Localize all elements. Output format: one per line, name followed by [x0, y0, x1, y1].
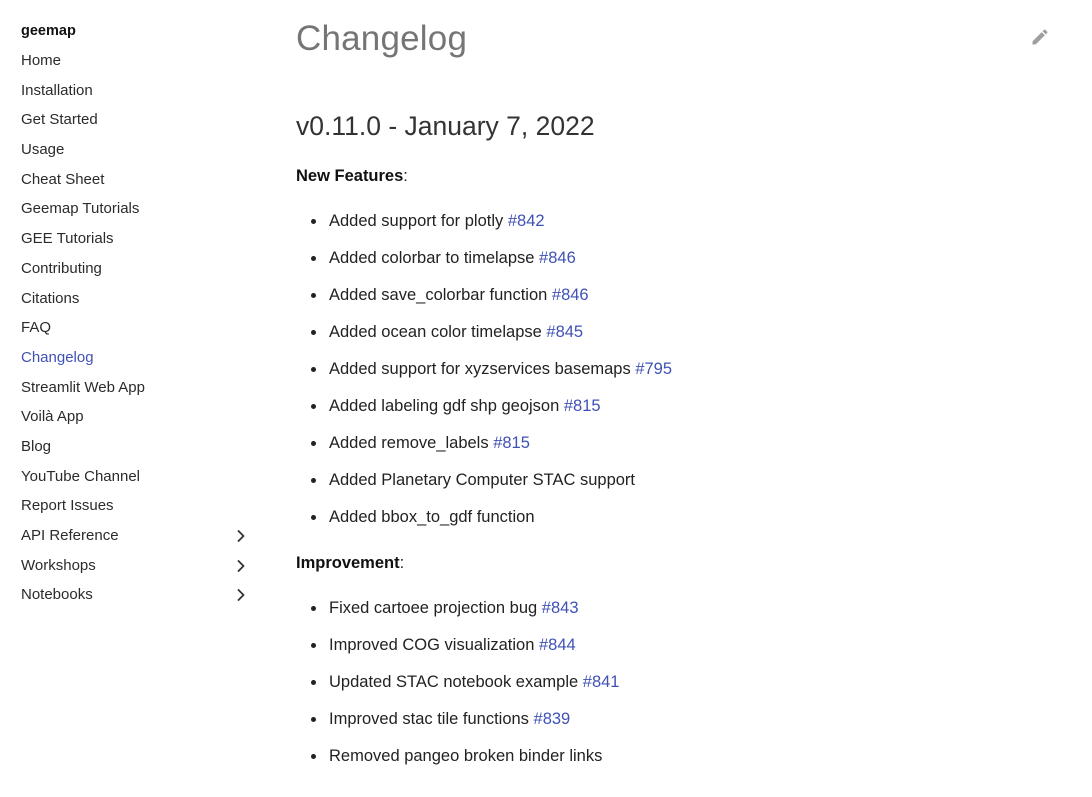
sidebar-item-label: Streamlit Web App [21, 378, 145, 396]
sidebar-item-label: Changelog [21, 348, 94, 366]
list-item-text: Added support for plotly [329, 212, 508, 230]
list-item: Added ocean color timelapse #845 [296, 320, 672, 357]
issue-link[interactable]: #843 [542, 599, 579, 617]
list-item: Updated STAC notebook example #841 [296, 670, 619, 707]
sidebar-item-youtube-channel[interactable]: YouTube Channel [21, 462, 253, 492]
section-label-suffix: : [399, 554, 405, 572]
sidebar-item-label: Installation [21, 81, 93, 99]
issue-link[interactable]: #841 [583, 673, 620, 691]
page: geemap Home Installation Get Started Usa… [0, 0, 1092, 797]
sidebar-item-workshops[interactable]: Workshops [21, 551, 253, 581]
sidebar-item-faq[interactable]: FAQ [21, 313, 253, 343]
issue-link[interactable]: #846 [539, 249, 576, 267]
sidebar-item-label: Geemap Tutorials [21, 200, 140, 218]
sidebar-item-cheat-sheet[interactable]: Cheat Sheet [21, 165, 253, 195]
list-item-text: Added Planetary Computer STAC support [329, 471, 636, 489]
chevron-right-icon[interactable] [235, 589, 247, 602]
issue-link[interactable]: #842 [508, 212, 545, 230]
improvement-list: Fixed cartoee projection bug #843 Improv… [296, 596, 619, 781]
edit-page-button[interactable] [1028, 27, 1052, 51]
sidebar-item-report-issues[interactable]: Report Issues [21, 491, 253, 521]
sidebar-item-home[interactable]: Home [21, 46, 253, 76]
list-item-text: Added support for xyzservices basemaps [329, 360, 636, 378]
pencil-edit-icon [1030, 27, 1050, 52]
sidebar-item-usage[interactable]: Usage [21, 135, 253, 165]
sidebar-item-label: Citations [21, 289, 80, 307]
sidebar-item-contributing[interactable]: Contributing [21, 254, 253, 284]
list-item-text: Fixed cartoee projection bug [329, 599, 542, 617]
list-item: Added support for xyzservices basemaps #… [296, 357, 672, 394]
sidebar: geemap Home Installation Get Started Usa… [21, 16, 253, 610]
list-item: Improved COG visualization #844 [296, 633, 619, 670]
issue-link[interactable]: #844 [539, 636, 576, 654]
list-item-text: Improved stac tile functions [329, 710, 534, 728]
list-item-text: Added ocean color timelapse [329, 323, 547, 341]
issue-link[interactable]: #815 [493, 434, 530, 452]
sidebar-item-api-reference[interactable]: API Reference [21, 521, 253, 551]
sidebar-item-label: FAQ [21, 319, 52, 337]
list-item: Added bbox_to_gdf function [296, 505, 672, 542]
version-heading: v0.11.0 - January 7, 2022 [296, 111, 595, 141]
sidebar-item-label: Voilà App [21, 408, 84, 426]
chevron-right-icon[interactable] [235, 559, 247, 572]
list-item: Removed pangeo broken binder links [296, 744, 619, 781]
section-label-text: New Features [296, 167, 404, 185]
list-item-text: Removed pangeo broken binder links [329, 747, 603, 765]
list-item: Added Planetary Computer STAC support [296, 468, 672, 505]
list-item: Fixed cartoee projection bug #843 [296, 596, 619, 633]
chevron-right-icon[interactable] [235, 529, 247, 542]
sidebar-item-label: Usage [21, 141, 65, 159]
page-title: Changelog [296, 19, 468, 58]
sidebar-item-label: Get Started [21, 111, 98, 129]
section-label: New Features: [296, 164, 672, 188]
section-label-suffix: : [403, 167, 408, 185]
sidebar-item-blog[interactable]: Blog [21, 432, 253, 462]
issue-link[interactable]: #845 [546, 323, 583, 341]
sidebar-item-streamlit-web-app[interactable]: Streamlit Web App [21, 373, 253, 403]
list-item: Added support for plotly #842 [296, 209, 672, 246]
site-title[interactable]: geemap [21, 16, 253, 46]
issue-link[interactable]: #839 [534, 710, 571, 728]
list-item: Added colorbar to timelapse #846 [296, 246, 672, 283]
sidebar-item-installation[interactable]: Installation [21, 76, 253, 106]
sidebar-item-voila-app[interactable]: Voilà App [21, 402, 253, 432]
sidebar-item-label: Contributing [21, 259, 102, 277]
issue-link[interactable]: #846 [552, 286, 589, 304]
sidebar-item-citations[interactable]: Citations [21, 284, 253, 314]
list-item-text: Added save_colorbar function [329, 286, 552, 304]
list-item-text: Added remove_labels [329, 434, 494, 452]
sidebar-item-label: GEE Tutorials [21, 230, 114, 248]
sidebar-item-label: Workshops [21, 556, 96, 574]
sidebar-item-label: API Reference [21, 527, 119, 544]
issue-link[interactable]: #815 [564, 397, 601, 415]
list-item: Added save_colorbar function #846 [296, 283, 672, 320]
sidebar-item-label: Blog [21, 437, 52, 455]
sidebar-item-notebooks[interactable]: Notebooks [21, 580, 253, 610]
list-item: Added labeling gdf shp geojson #815 [296, 394, 672, 431]
section-label: Improvement: [296, 551, 619, 575]
improvement-section: Improvement: Fixed cartoee projection bu… [296, 551, 619, 781]
list-item-text: Updated STAC notebook example [329, 673, 583, 691]
sidebar-item-label: Report Issues [21, 497, 114, 515]
sidebar-item-get-started[interactable]: Get Started [21, 105, 253, 135]
sidebar-item-label: Notebooks [21, 586, 93, 604]
sidebar-item-geemap-tutorials[interactable]: Geemap Tutorials [21, 194, 253, 224]
list-item: Improved stac tile functions #839 [296, 707, 619, 744]
list-item-text: Added colorbar to timelapse [329, 249, 540, 267]
sidebar-item-label: YouTube Channel [21, 467, 140, 485]
list-item-text: Added bbox_to_gdf function [329, 508, 535, 526]
issue-link[interactable]: #795 [635, 360, 672, 378]
sidebar-item-label: Cheat Sheet [21, 170, 105, 188]
sidebar-item-label: Home [21, 52, 62, 69]
list-item: Added remove_labels #815 [296, 431, 672, 468]
new-features-list: Added support for plotly #842 Added colo… [296, 209, 672, 542]
list-item-text: Added labeling gdf shp geojson [329, 397, 564, 415]
sidebar-item-changelog[interactable]: Changelog [21, 343, 253, 373]
sidebar-nav: Home Installation Get Started Usage Chea… [21, 46, 253, 610]
new-features-section: New Features: Added support for plotly #… [296, 164, 672, 542]
section-label-text: Improvement [296, 554, 400, 572]
list-item-text: Improved COG visualization [329, 636, 539, 654]
sidebar-item-gee-tutorials[interactable]: GEE Tutorials [21, 224, 253, 254]
